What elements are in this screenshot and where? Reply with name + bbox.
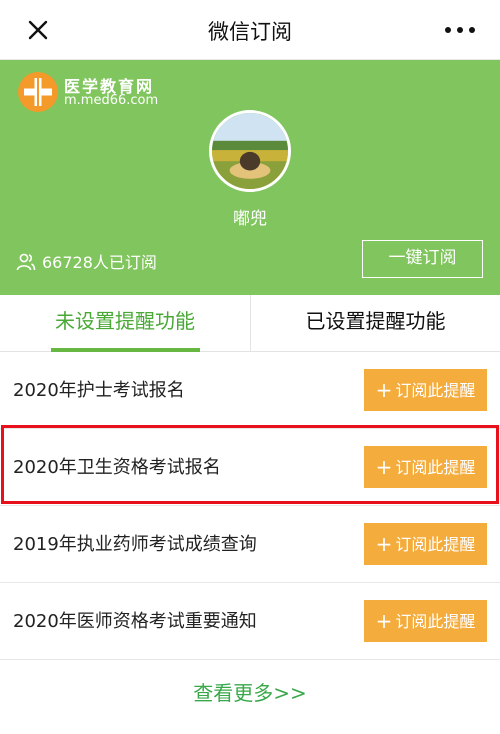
subscribe-reminder-button[interactable]: + 订阅此提醒 (364, 523, 487, 565)
nickname: 嘟兜 (233, 209, 267, 229)
list-item: 2019年执业药师考试成绩查询 + 订阅此提醒 (0, 506, 500, 583)
subscribe-reminder-label: 订阅此提醒 (395, 381, 476, 400)
top-bar: 微信订阅 (0, 0, 500, 60)
subscribe-reminder-label: 订阅此提醒 (395, 535, 476, 554)
users-icon (16, 253, 36, 271)
view-more-link[interactable]: 查看更多>> (0, 677, 500, 706)
more-dots-icon[interactable] (440, 14, 480, 46)
tab-bar: 未设置提醒功能 已设置提醒功能 (0, 295, 500, 352)
medical-cross-logo-icon (18, 72, 58, 112)
list-item-title: 2020年医师资格考试重要通知 (13, 611, 257, 632)
plus-icon: + (375, 609, 393, 633)
subscribe-reminder-label: 订阅此提醒 (395, 612, 476, 631)
list-item-title: 2020年护士考试报名 (13, 380, 185, 401)
logo-url: m.med66.com (64, 93, 159, 108)
subscriber-count: 66728人已订阅 (16, 249, 157, 273)
brand-logo: 医学教育网 m.med66.com (18, 72, 168, 112)
subscribe-reminder-button[interactable]: + 订阅此提醒 (364, 369, 487, 411)
subscribe-reminder-button[interactable]: + 订阅此提醒 (364, 600, 487, 642)
list-item: 2020年护士考试报名 + 订阅此提醒 (0, 352, 500, 429)
list-item-title: 2019年执业药师考试成绩查询 (13, 534, 257, 555)
plus-icon: + (375, 532, 393, 556)
plus-icon: + (375, 378, 393, 402)
one-click-subscribe-button[interactable]: 一键订阅 (362, 240, 483, 278)
subscriber-count-text: 66728人已订阅 (42, 253, 157, 272)
list-item: 2020年医师资格考试重要通知 + 订阅此提醒 (0, 583, 500, 660)
page-title: 微信订阅 (208, 20, 292, 44)
tab-unset-reminders[interactable]: 未设置提醒功能 (0, 295, 250, 352)
avatar[interactable] (209, 110, 291, 192)
tab-set-reminders[interactable]: 已设置提醒功能 (250, 295, 500, 352)
highlight-box (1, 425, 499, 504)
